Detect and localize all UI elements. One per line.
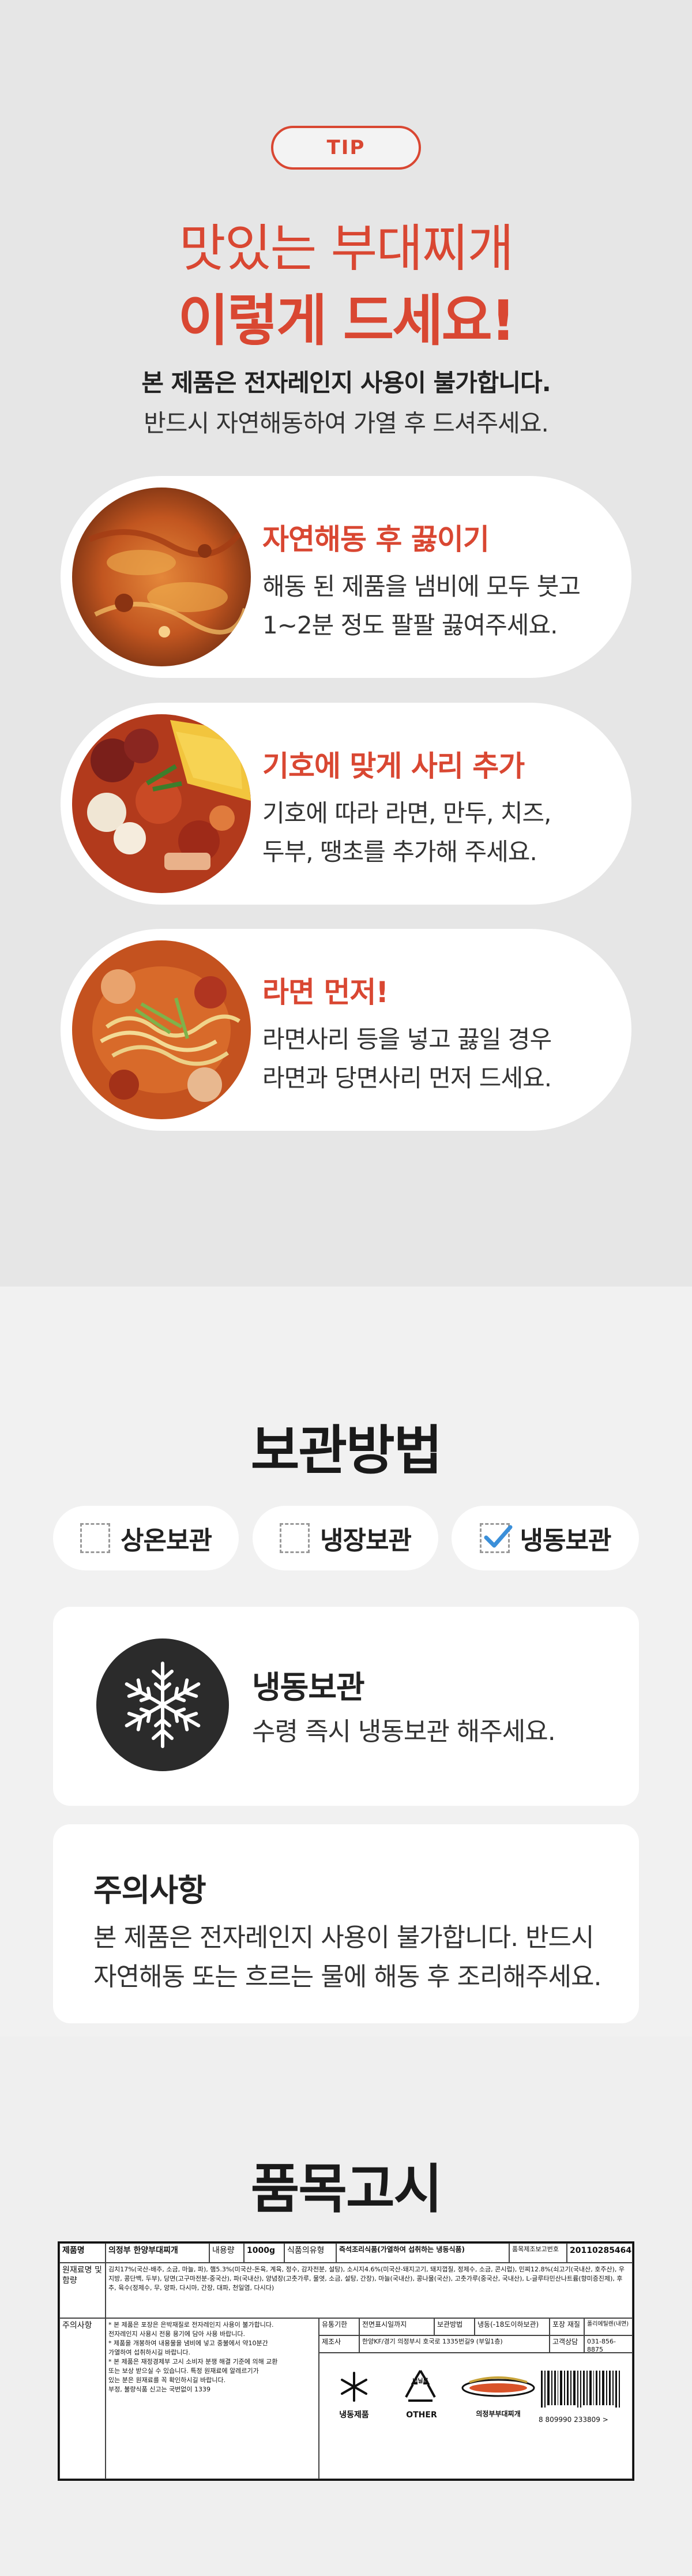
step-desc-line: 기호에 따라 라면, 만두, 치즈,: [262, 799, 551, 827]
checkbox-unchecked-icon: [280, 1523, 310, 1553]
brand-logo-icon: [461, 2376, 535, 2397]
storage-option-label: 상온보관: [121, 1526, 212, 1555]
recycle-label: OTHER: [406, 2410, 437, 2420]
caution-item: 가열하여 섭취하시길 바랍니다.: [108, 2348, 191, 2356]
step-card-1: 자연해동 후 끓이기 해동 된 제품을 냄비에 모두 붓고 1~2분 정도 팔팔…: [61, 476, 631, 678]
table-key: 유통기한: [319, 2318, 359, 2335]
frozen-product-label: 냉동제품: [339, 2410, 369, 2420]
label-icons-area: 냉동제품 비닐류 OTHER 의정부부대찌개 8 809990 233809 >: [319, 2353, 633, 2479]
storage-option-room-temp: 상온보관: [53, 1506, 239, 1570]
brand-logo-text: 의정부부대찌개: [476, 2410, 521, 2418]
step-desc-line: 해동 된 제품을 냄비에 모두 붓고: [262, 572, 581, 601]
step-title: 기호에 맞게 사리 추가: [262, 749, 525, 783]
recycle-icon: [405, 2369, 436, 2402]
barcode-icon: [541, 2371, 620, 2408]
table-key: 제조사: [319, 2335, 359, 2353]
freeze-title: 냉동보관: [252, 1669, 365, 1705]
headline-secondary: 이렇게 드세요!: [178, 288, 516, 353]
table-value: 전면표시일까지: [359, 2318, 434, 2335]
table-key: 제품명: [59, 2243, 106, 2263]
notice-bold: 본 제품은 전자레인지 사용이 불가합니다.: [141, 369, 551, 397]
freeze-card: 냉동보관 수령 즉시 냉동보관 해주세요.: [53, 1607, 639, 1806]
storage-option-label: 냉장보관: [320, 1526, 412, 1555]
table-value: 031-856-8875: [584, 2335, 633, 2353]
caution-item: 전자레인지 사용시 전용 용기에 담아 사용 바랍니다.: [108, 2330, 245, 2338]
caution-item: 또는 보상 받으실 수 있습니다. 특정 원재료에 알레르기가: [108, 2367, 259, 2375]
step-desc-line: 라면사리 등을 넣고 끓일 경우: [262, 1025, 552, 1053]
storage-option-frozen: 냉동보관: [452, 1506, 639, 1570]
table-key: 식품의유형: [284, 2243, 336, 2263]
table-value: 냉동(-18도이하보관): [475, 2318, 550, 2335]
caution-item: 부정, 불량식품 신고는 국번없이 1339: [108, 2385, 211, 2393]
caution-item: 있는 분은 원재료를 꼭 확인하시길 바랍니다.: [108, 2376, 226, 2384]
step-desc-line: 라면과 당면사리 먼저 드세요.: [262, 1064, 552, 1092]
step-card-3: 라면 먼저! 라면사리 등을 넣고 끓일 경우 라면과 당면사리 먼저 드세요.: [61, 929, 631, 1131]
table-value: 폴리에틸렌(내면): [584, 2318, 633, 2335]
frozen-product-icon: [341, 2372, 367, 2402]
table-key: 원재료명 및 함량: [59, 2263, 106, 2318]
table-key: 포장 재질: [550, 2318, 584, 2335]
caution-line: 본 제품은 전자레인지 사용이 불가합니다. 반드시: [93, 1923, 595, 1952]
table-key: 보관방법: [434, 2318, 475, 2335]
storage-section: 보관방법 상온보관 냉장보관 냉동보관 냉동보관 수령 즉시 냉동보관 해주세요…: [0, 1287, 692, 2037]
stew-toppings-photo: [72, 714, 251, 893]
caution-title: 주의사항: [93, 1872, 206, 1908]
table-value: 의정부 한양부대찌개: [106, 2243, 209, 2263]
table-key: 품목제조보고번호: [509, 2243, 567, 2263]
table-value: 한양KF/경기 의정부시 호국로 1335번길9 (부일1층): [359, 2335, 550, 2353]
product-label-section: 품목고시 제품명 의정부 한양부대찌개 내용량 1000g 식품의유형 즉석조리…: [0, 2037, 692, 2576]
product-label-title: 품목고시: [250, 2158, 443, 2220]
table-value: 1000g: [244, 2243, 284, 2263]
step-desc-line: 1~2분 정도 팔팔 끓여주세요.: [262, 611, 558, 639]
step-card-2: 기호에 맞게 사리 추가 기호에 따라 라면, 만두, 치즈, 두부, 땡초를 …: [61, 703, 631, 905]
caution-item: * 제품을 개봉하여 내용물을 냄비에 넣고 중불에서 약10분간: [108, 2339, 268, 2347]
caution-list: * 본 제품은 포장은 은박재질로 전자레인지 사용이 불가합니다. 전자레인지…: [106, 2318, 319, 2479]
table-value: 즉석조리식품(가열하여 섭취하는 냉동식품): [336, 2243, 509, 2263]
barcode-number: 8 809990 233809 >: [539, 2416, 608, 2424]
table-value: 김치17%(국산-배추, 소금, 마늘, 파), 햄5.3%(미국산-돈육, 계…: [106, 2263, 633, 2318]
caution-line: 자연해동 또는 흐르는 물에 해동 후 조리해주세요.: [93, 1962, 602, 1992]
caution-card: 주의사항 본 제품은 전자레인지 사용이 불가합니다. 반드시 자연해동 또는 …: [53, 1824, 639, 2023]
table-value: 201102854643: [567, 2243, 633, 2263]
stew-boiling-photo: [72, 488, 251, 666]
storage-title: 보관방법: [250, 1420, 443, 1482]
storage-option-refrigerated: 냉장보관: [253, 1506, 438, 1570]
tip-badge: TIP: [271, 126, 421, 170]
tip-section: TIP 맛있는 부대찌개 이렇게 드세요! 본 제품은 전자레인지 사용이 불가…: [0, 0, 692, 1287]
step-desc-line: 두부, 땡초를 추가해 주세요.: [262, 838, 537, 866]
table-key: 고객상담: [550, 2335, 584, 2353]
product-info-table: 제품명 의정부 한양부대찌개 내용량 1000g 식품의유형 즉석조리식품(가열…: [58, 2241, 634, 2481]
stew-ramen-photo: [72, 940, 251, 1119]
step-title: 자연해동 후 끓이기: [262, 523, 490, 556]
snowflake-icon: [96, 1638, 229, 1771]
table-key: 주의사항: [59, 2318, 106, 2479]
storage-option-label: 냉동보관: [520, 1526, 612, 1555]
checkbox-unchecked-icon: [80, 1523, 111, 1553]
checkbox-checked-icon: [479, 1523, 513, 1553]
headline-primary: 맛있는 부대찌개: [179, 219, 514, 278]
recycle-category-label: 비닐류: [412, 2378, 428, 2384]
notice-regular: 반드시 자연해동하여 가열 후 드셔주세요.: [144, 409, 549, 437]
caution-item: * 본 제품은 재정경제부 고시 소비자 분쟁 해결 기준에 의해 교환: [108, 2357, 278, 2365]
freeze-description: 수령 즉시 냉동보관 해주세요.: [252, 1717, 556, 1746]
caution-item: * 본 제품은 포장은 은박재질로 전자레인지 사용이 불가합니다.: [108, 2321, 274, 2328]
step-title: 라면 먼저!: [262, 976, 389, 1009]
table-key: 내용량: [209, 2243, 244, 2263]
